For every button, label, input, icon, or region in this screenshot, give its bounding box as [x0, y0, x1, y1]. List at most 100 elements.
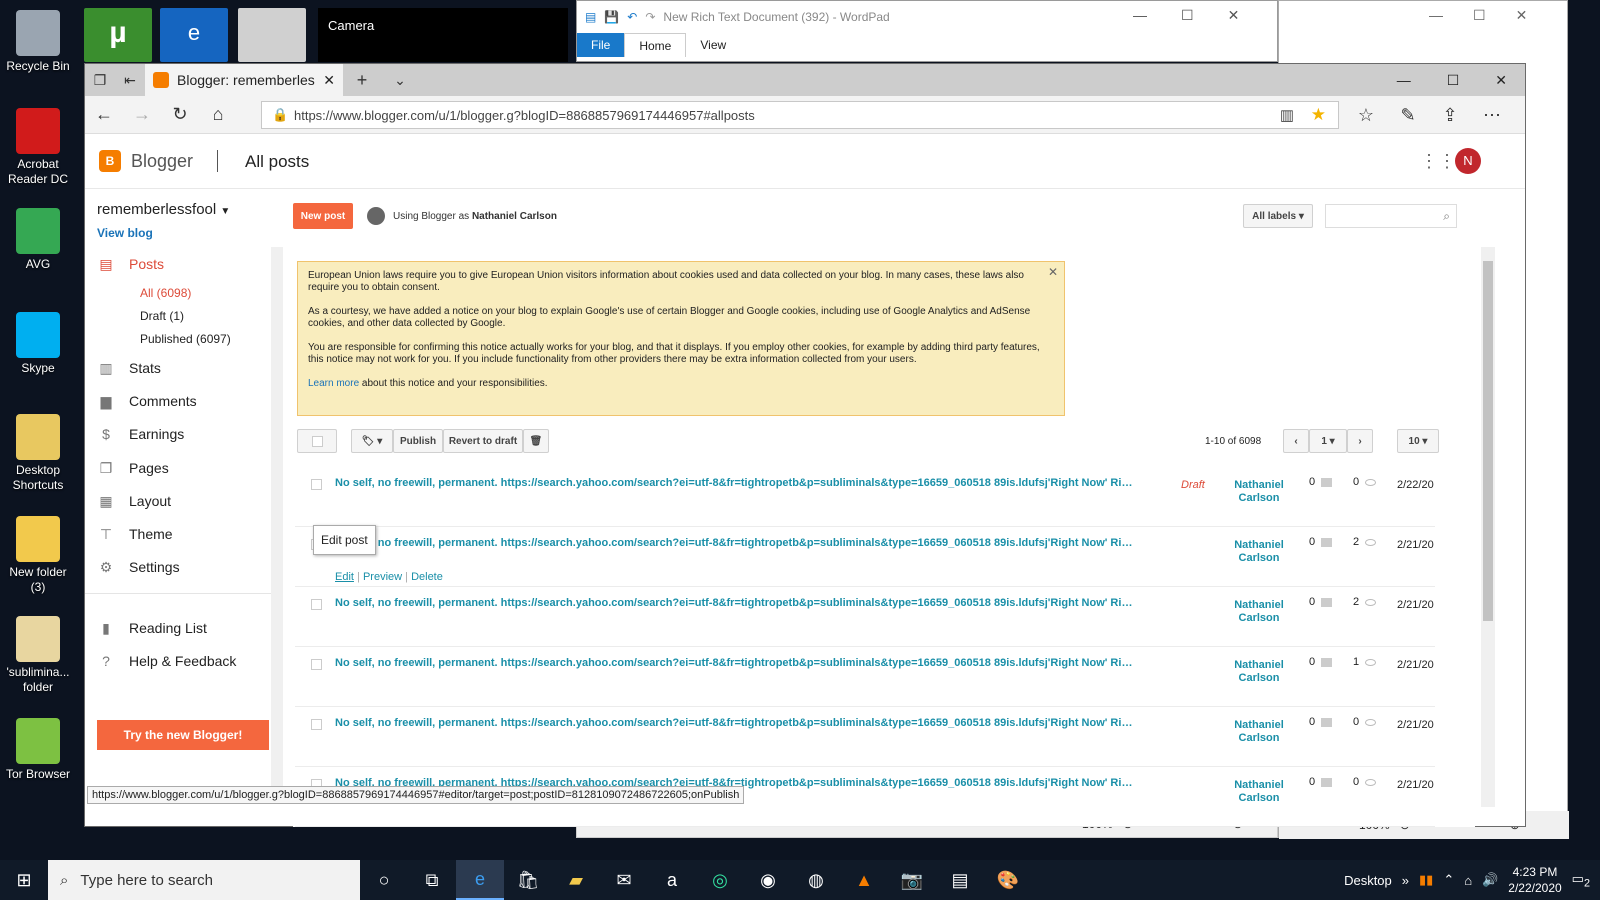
- sidebar-item-reading-list[interactable]: ▮ Reading List: [97, 620, 207, 637]
- close-notice-icon[interactable]: ✕: [1048, 266, 1058, 278]
- amazon-icon[interactable]: a: [648, 860, 696, 900]
- tab-manager-icon[interactable]: ❐: [85, 61, 115, 99]
- tab-preview-chevron-icon[interactable]: ⌄: [381, 61, 419, 99]
- close-icon[interactable]: ✕: [1228, 7, 1240, 24]
- redo-icon[interactable]: ↷: [645, 10, 655, 24]
- revert-to-draft-button[interactable]: Revert to draft: [443, 429, 523, 453]
- sidebar-item-comments[interactable]: ▆ Comments: [97, 393, 197, 410]
- more-menu-icon[interactable]: ⋯: [1473, 96, 1511, 134]
- start-button[interactable]: ⊞: [0, 860, 48, 900]
- tab-file[interactable]: File: [577, 33, 625, 57]
- table-row[interactable]: No self, no freewill, permanent. https:/…: [295, 527, 1435, 587]
- utorrent-tile[interactable]: µ: [84, 8, 152, 62]
- post-title-link[interactable]: No self, no freewill, permanent. https:/…: [335, 537, 1135, 549]
- select-all-checkbox[interactable]: [297, 429, 337, 453]
- prev-page-icon[interactable]: ‹: [1283, 429, 1309, 453]
- avatar[interactable]: N: [1455, 148, 1481, 174]
- paint-icon[interactable]: 🎨: [984, 860, 1032, 900]
- cortana-icon[interactable]: ○: [360, 860, 408, 900]
- next-page-icon[interactable]: ›: [1347, 429, 1373, 453]
- sidebar-item-pages[interactable]: ❐ Pages: [97, 460, 169, 477]
- camera-tile[interactable]: Camera: [318, 8, 568, 62]
- sidebar-item-theme[interactable]: ⊤ Theme: [97, 526, 173, 543]
- new-tab-icon[interactable]: +: [343, 61, 381, 99]
- action-center-icon[interactable]: ▭2: [1572, 871, 1590, 890]
- desktop-icon[interactable]: New folder (3): [2, 516, 74, 595]
- maximize-icon[interactable]: ☐: [1447, 72, 1460, 89]
- favorite-star-icon[interactable]: ★: [1311, 105, 1326, 125]
- post-author[interactable]: Nathaniel Carlson: [1229, 539, 1289, 565]
- close-tab-icon[interactable]: ✕: [323, 72, 335, 89]
- address-bar[interactable]: 🔒 https://www.blogger.com/u/1/blogger.g?…: [261, 101, 1339, 129]
- taskbar-search-box[interactable]: ⌕ Type here to search: [48, 860, 360, 900]
- set-aside-tabs-icon[interactable]: ⇤: [115, 61, 145, 99]
- table-row[interactable]: No self, no freewill, permanent. https:/…: [295, 587, 1435, 647]
- sidebar-item-published[interactable]: Published (6097): [140, 332, 231, 346]
- edge-tile[interactable]: e: [160, 8, 228, 62]
- browser-tab-blogger[interactable]: Blogger: rememberlessf ✕: [145, 64, 343, 96]
- page-select[interactable]: 1 ▾: [1309, 429, 1347, 453]
- post-title-link[interactable]: No self, no freewill, permanent. https:/…: [335, 477, 1135, 489]
- try-new-blogger-button[interactable]: Try the new Blogger!: [97, 720, 269, 750]
- post-author[interactable]: Nathaniel Carlson: [1229, 779, 1289, 805]
- sidebar-item-settings[interactable]: ⚙ Settings: [97, 559, 180, 576]
- maximize-icon[interactable]: ☐: [1181, 7, 1194, 24]
- edit-link[interactable]: Edit: [335, 571, 354, 583]
- learn-more-link[interactable]: Learn more: [308, 378, 359, 389]
- volume-icon[interactable]: 🔊: [1482, 872, 1498, 888]
- desktop-icon[interactable]: Acrobat Reader DC: [2, 108, 74, 187]
- row-checkbox[interactable]: [311, 479, 322, 490]
- close-icon[interactable]: ✕: [1516, 7, 1528, 24]
- preview-link[interactable]: Preview: [363, 571, 402, 583]
- search-input[interactable]: ⌕: [1325, 204, 1457, 228]
- publish-button[interactable]: Publish: [393, 429, 443, 453]
- refresh-icon[interactable]: ↻: [161, 96, 199, 134]
- desktop-icon[interactable]: AVG: [2, 208, 74, 272]
- home-icon[interactable]: ⌂: [199, 96, 237, 134]
- post-title-link[interactable]: No self, no freewill, permanent. https:/…: [335, 597, 1135, 609]
- camera-icon[interactable]: 📷: [888, 860, 936, 900]
- maximize-icon[interactable]: ☐: [1473, 7, 1486, 24]
- blogger-brand[interactable]: Blogger: [131, 151, 193, 172]
- new-post-button[interactable]: New post: [293, 203, 353, 229]
- row-checkbox[interactable]: [311, 599, 322, 610]
- blog-selector[interactable]: rememberlessfool ▼: [97, 201, 230, 218]
- tab-home[interactable]: Home: [624, 33, 687, 57]
- network-icon[interactable]: ⌂: [1464, 873, 1472, 888]
- notification-app-icon[interactable]: ▮▮: [1419, 872, 1433, 888]
- forward-icon[interactable]: →: [123, 96, 161, 134]
- post-author[interactable]: Nathaniel Carlson: [1229, 599, 1289, 625]
- sidebar-item-draft[interactable]: Draft (1): [140, 309, 184, 323]
- per-page-select[interactable]: 10 ▾: [1397, 429, 1439, 453]
- row-checkbox[interactable]: [311, 659, 322, 670]
- desktop-icon[interactable]: Desktop Shortcuts: [2, 414, 74, 493]
- scrollbar-thumb[interactable]: [1483, 261, 1493, 621]
- blogger-logo-icon[interactable]: B: [99, 150, 121, 172]
- all-labels-dropdown[interactable]: All labels ▾: [1243, 204, 1313, 228]
- wordpad-taskbar-icon[interactable]: ▤: [936, 860, 984, 900]
- mail-icon[interactable]: ✉: [600, 860, 648, 900]
- minimize-icon[interactable]: —: [1133, 7, 1147, 24]
- post-author[interactable]: Nathaniel Carlson: [1229, 719, 1289, 745]
- tab-view[interactable]: View: [686, 38, 740, 52]
- sidebar-item-layout[interactable]: ▦ Layout: [97, 493, 171, 510]
- trash-icon[interactable]: 🗑: [523, 429, 549, 453]
- save-icon[interactable]: 💾: [604, 10, 619, 24]
- sidebar-item-earnings[interactable]: $ Earnings: [97, 426, 184, 442]
- sidebar-item-posts[interactable]: ▤ Posts: [97, 256, 164, 273]
- chevron-right-icon[interactable]: »: [1402, 873, 1409, 888]
- sidebar-item-help[interactable]: ? Help & Feedback: [97, 653, 236, 669]
- reading-view-icon[interactable]: ▥: [1280, 106, 1294, 124]
- delete-link[interactable]: Delete: [411, 571, 443, 583]
- media-app-icon[interactable]: ◉: [744, 860, 792, 900]
- content-scrollbar[interactable]: [1481, 247, 1495, 807]
- view-blog-link[interactable]: View blog: [97, 226, 153, 240]
- chevron-up-icon[interactable]: ⌃: [1443, 872, 1454, 888]
- task-view-icon[interactable]: ⧉: [408, 860, 456, 900]
- sidebar-scrollbar[interactable]: [271, 247, 283, 787]
- vlc-icon[interactable]: ▲: [840, 860, 888, 900]
- desktop-icon[interactable]: Skype: [2, 312, 74, 376]
- gradient-tile[interactable]: [238, 8, 306, 62]
- desktop-toolbar-label[interactable]: Desktop: [1344, 873, 1392, 888]
- file-explorer-icon[interactable]: ▰: [552, 860, 600, 900]
